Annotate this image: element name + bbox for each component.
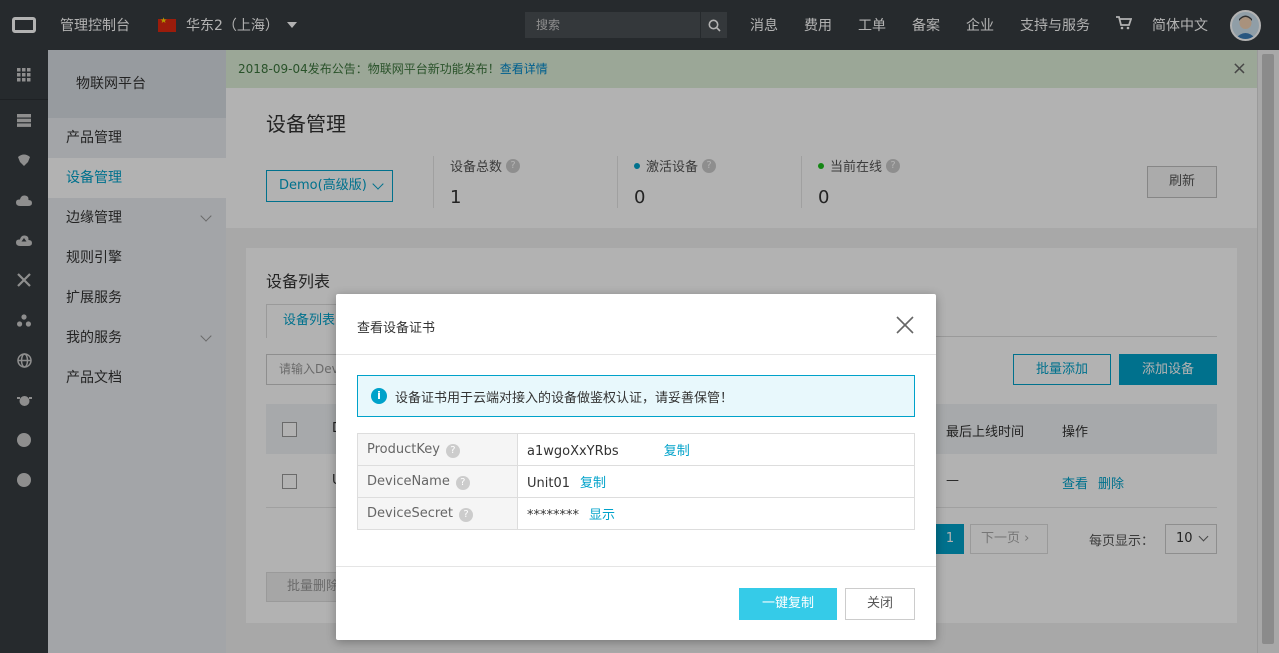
dialog-footer: 一键复制 关闭 xyxy=(336,566,936,640)
cert-key-cell: DeviceName? xyxy=(357,465,518,498)
dialog-title: 查看设备证书 xyxy=(357,321,436,336)
info-text: 设备证书用于云端对接入的设备做鉴权认证，请妥善保管！ xyxy=(395,390,734,406)
cert-row-devicename: DeviceName? Unit01 复制 xyxy=(357,465,915,498)
copy-devicename-link[interactable]: 复制 xyxy=(580,476,606,491)
help-icon[interactable]: ? xyxy=(445,443,460,458)
cert-key: DeviceSecret xyxy=(367,505,454,521)
certificate-table: ProductKey? a1wgoXxYRbs 复制 DeviceName? Un… xyxy=(357,433,915,530)
cert-key: DeviceName xyxy=(367,473,450,489)
cert-value: Unit01 xyxy=(527,476,571,491)
copy-all-button[interactable]: 一键复制 xyxy=(739,588,837,620)
certificate-dialog: 查看设备证书 i 设备证书用于云端对接入的设备做鉴权认证，请妥善保管！ Prod… xyxy=(336,294,936,640)
close-icon[interactable] xyxy=(896,316,914,334)
cert-row-devicesecret: DeviceSecret? ******** 显示 xyxy=(357,497,915,530)
help-icon[interactable]: ? xyxy=(455,475,470,490)
help-icon[interactable]: ? xyxy=(459,507,474,522)
close-button[interactable]: 关闭 xyxy=(845,588,915,620)
cert-value: a1wgoXxYRbs xyxy=(527,444,619,459)
cert-key-cell: ProductKey? xyxy=(357,433,518,466)
info-icon: i xyxy=(371,388,387,404)
cert-value-cell: ******** 显示 xyxy=(517,497,915,530)
copy-productkey-link[interactable]: 复制 xyxy=(664,444,690,459)
cert-row-productkey: ProductKey? a1wgoXxYRbs 复制 xyxy=(357,433,915,466)
dialog-header: 查看设备证书 xyxy=(336,294,936,355)
cert-value-cell: Unit01 复制 xyxy=(517,465,915,498)
cert-value: ******** xyxy=(527,508,579,523)
show-secret-link[interactable]: 显示 xyxy=(589,508,615,523)
cert-value-cell: a1wgoXxYRbs 复制 xyxy=(517,433,915,466)
cert-key-cell: DeviceSecret? xyxy=(357,497,518,530)
info-alert: i 设备证书用于云端对接入的设备做鉴权认证，请妥善保管！ xyxy=(357,375,915,417)
cert-key: ProductKey xyxy=(367,441,440,457)
